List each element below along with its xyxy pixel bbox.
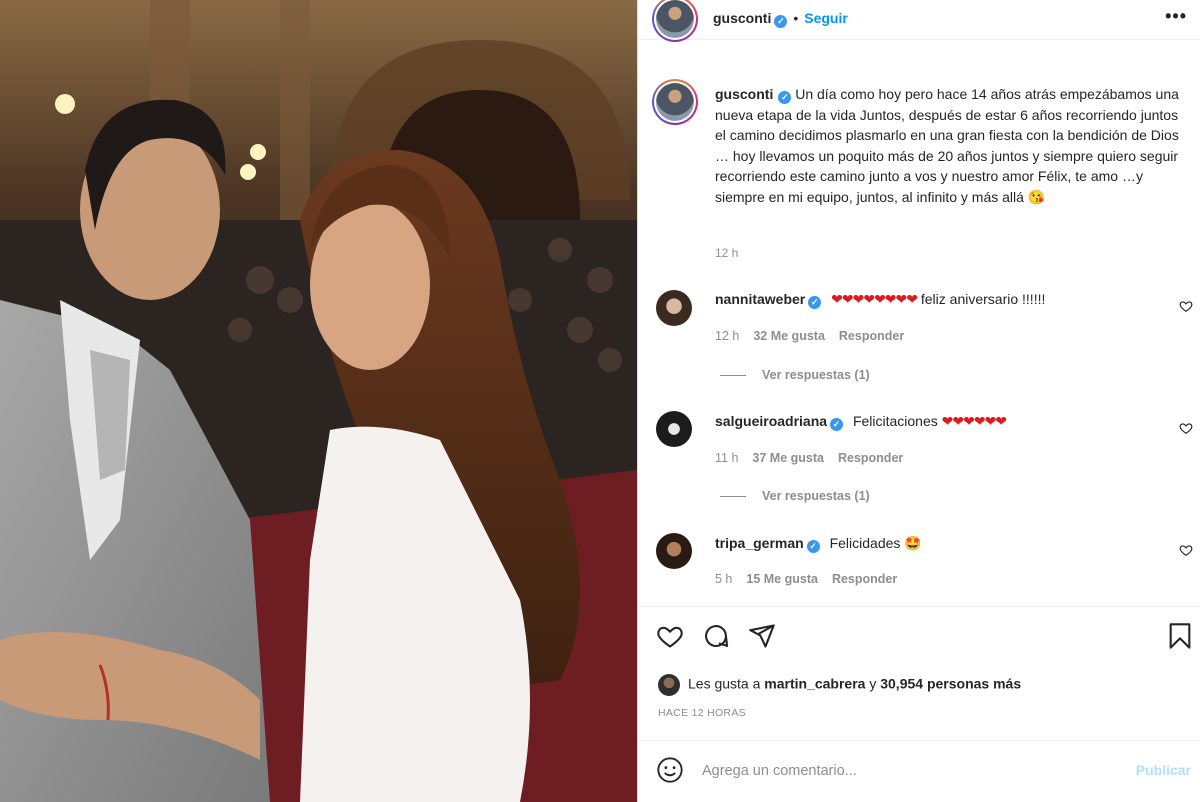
- post-timestamp[interactable]: HACE 12 HORAS: [658, 707, 746, 719]
- liker-avatar[interactable]: [658, 674, 680, 696]
- post-photo[interactable]: [0, 0, 637, 802]
- view-replies-button[interactable]: Ver respuestas (1): [720, 368, 870, 382]
- more-icon[interactable]: •••: [1165, 6, 1187, 27]
- emoji-icon[interactable]: [656, 756, 684, 784]
- reply-button[interactable]: Responder: [839, 329, 904, 343]
- comment-username[interactable]: tripa_german: [715, 535, 804, 551]
- comment-hearts: ❤❤❤❤❤❤❤❤: [831, 291, 918, 307]
- comment-text: Felicitaciones: [852, 413, 942, 429]
- comment-avatar[interactable]: [656, 411, 692, 447]
- likes-count[interactable]: 30,954 personas más: [880, 676, 1021, 692]
- action-bar: [638, 620, 1200, 656]
- comment-time[interactable]: 11 h: [715, 451, 738, 465]
- author-avatar[interactable]: [652, 0, 698, 42]
- likes-prefix: Les gusta a: [688, 675, 765, 692]
- post-header: gusconti ✓ • Seguir •••: [638, 0, 1200, 42]
- separator-dot: •: [793, 10, 799, 26]
- caption-time[interactable]: 12 h: [715, 246, 738, 260]
- verified-icon: ✓: [830, 418, 844, 431]
- likes-middle: y: [865, 675, 881, 692]
- comment-time[interactable]: 12 h: [715, 329, 739, 343]
- comment-input[interactable]: [702, 759, 1102, 783]
- comment-avatar[interactable]: [656, 533, 692, 569]
- likes-summary: Les gusta a martin_cabrera y 30,954 pers…: [658, 674, 1021, 696]
- post-panel: gusconti ✓ • Seguir ••• gusconti ✓ Un día co…: [637, 0, 1200, 802]
- comment-likes[interactable]: 37 Me gusta: [752, 451, 824, 465]
- view-replies-button[interactable]: Ver respuestas (1): [720, 489, 870, 503]
- verified-icon: ✓: [778, 91, 792, 104]
- comment-text: Felicidades 🤩: [829, 535, 922, 551]
- caption-avatar[interactable]: [652, 79, 698, 125]
- verified-icon: ✓: [806, 540, 820, 553]
- wedding-photo: [0, 0, 637, 802]
- comment-icon[interactable]: [702, 622, 730, 650]
- bookmark-icon[interactable]: [1166, 622, 1194, 650]
- reply-button[interactable]: Responder: [838, 451, 903, 465]
- divider: [638, 606, 1200, 607]
- publish-button[interactable]: Publicar: [1136, 762, 1191, 778]
- like-comment-icon[interactable]: [1179, 421, 1193, 435]
- verified-icon: ✓: [774, 15, 788, 28]
- share-icon[interactable]: [748, 622, 776, 650]
- comment-text: feliz aniversario !!!!!!: [916, 291, 1046, 307]
- comment-username[interactable]: salgueiroadriana: [715, 413, 827, 429]
- liker-username[interactable]: martin_cabrera: [764, 676, 865, 692]
- comment-likes[interactable]: 15 Me gusta: [746, 572, 818, 586]
- comment-time[interactable]: 5 h: [715, 572, 732, 586]
- comment-username[interactable]: nannitaweber: [715, 291, 805, 307]
- like-comment-icon[interactable]: [1179, 299, 1193, 313]
- comment-avatar[interactable]: [656, 290, 692, 326]
- comment-hearts: ❤❤❤❤❤❤: [941, 413, 1007, 429]
- reply-button[interactable]: Responder: [832, 572, 897, 586]
- add-comment-bar: Publicar: [638, 740, 1200, 802]
- follow-button[interactable]: Seguir: [804, 10, 848, 26]
- author-username[interactable]: gusconti: [713, 10, 771, 26]
- verified-icon: ✓: [808, 296, 822, 309]
- caption: gusconti ✓ Un día como hoy pero hace 14 a…: [715, 84, 1185, 208]
- comment-likes[interactable]: 32 Me gusta: [753, 329, 825, 343]
- caption-username[interactable]: gusconti: [715, 86, 773, 102]
- like-comment-icon[interactable]: [1179, 543, 1193, 557]
- heart-icon[interactable]: [656, 622, 684, 650]
